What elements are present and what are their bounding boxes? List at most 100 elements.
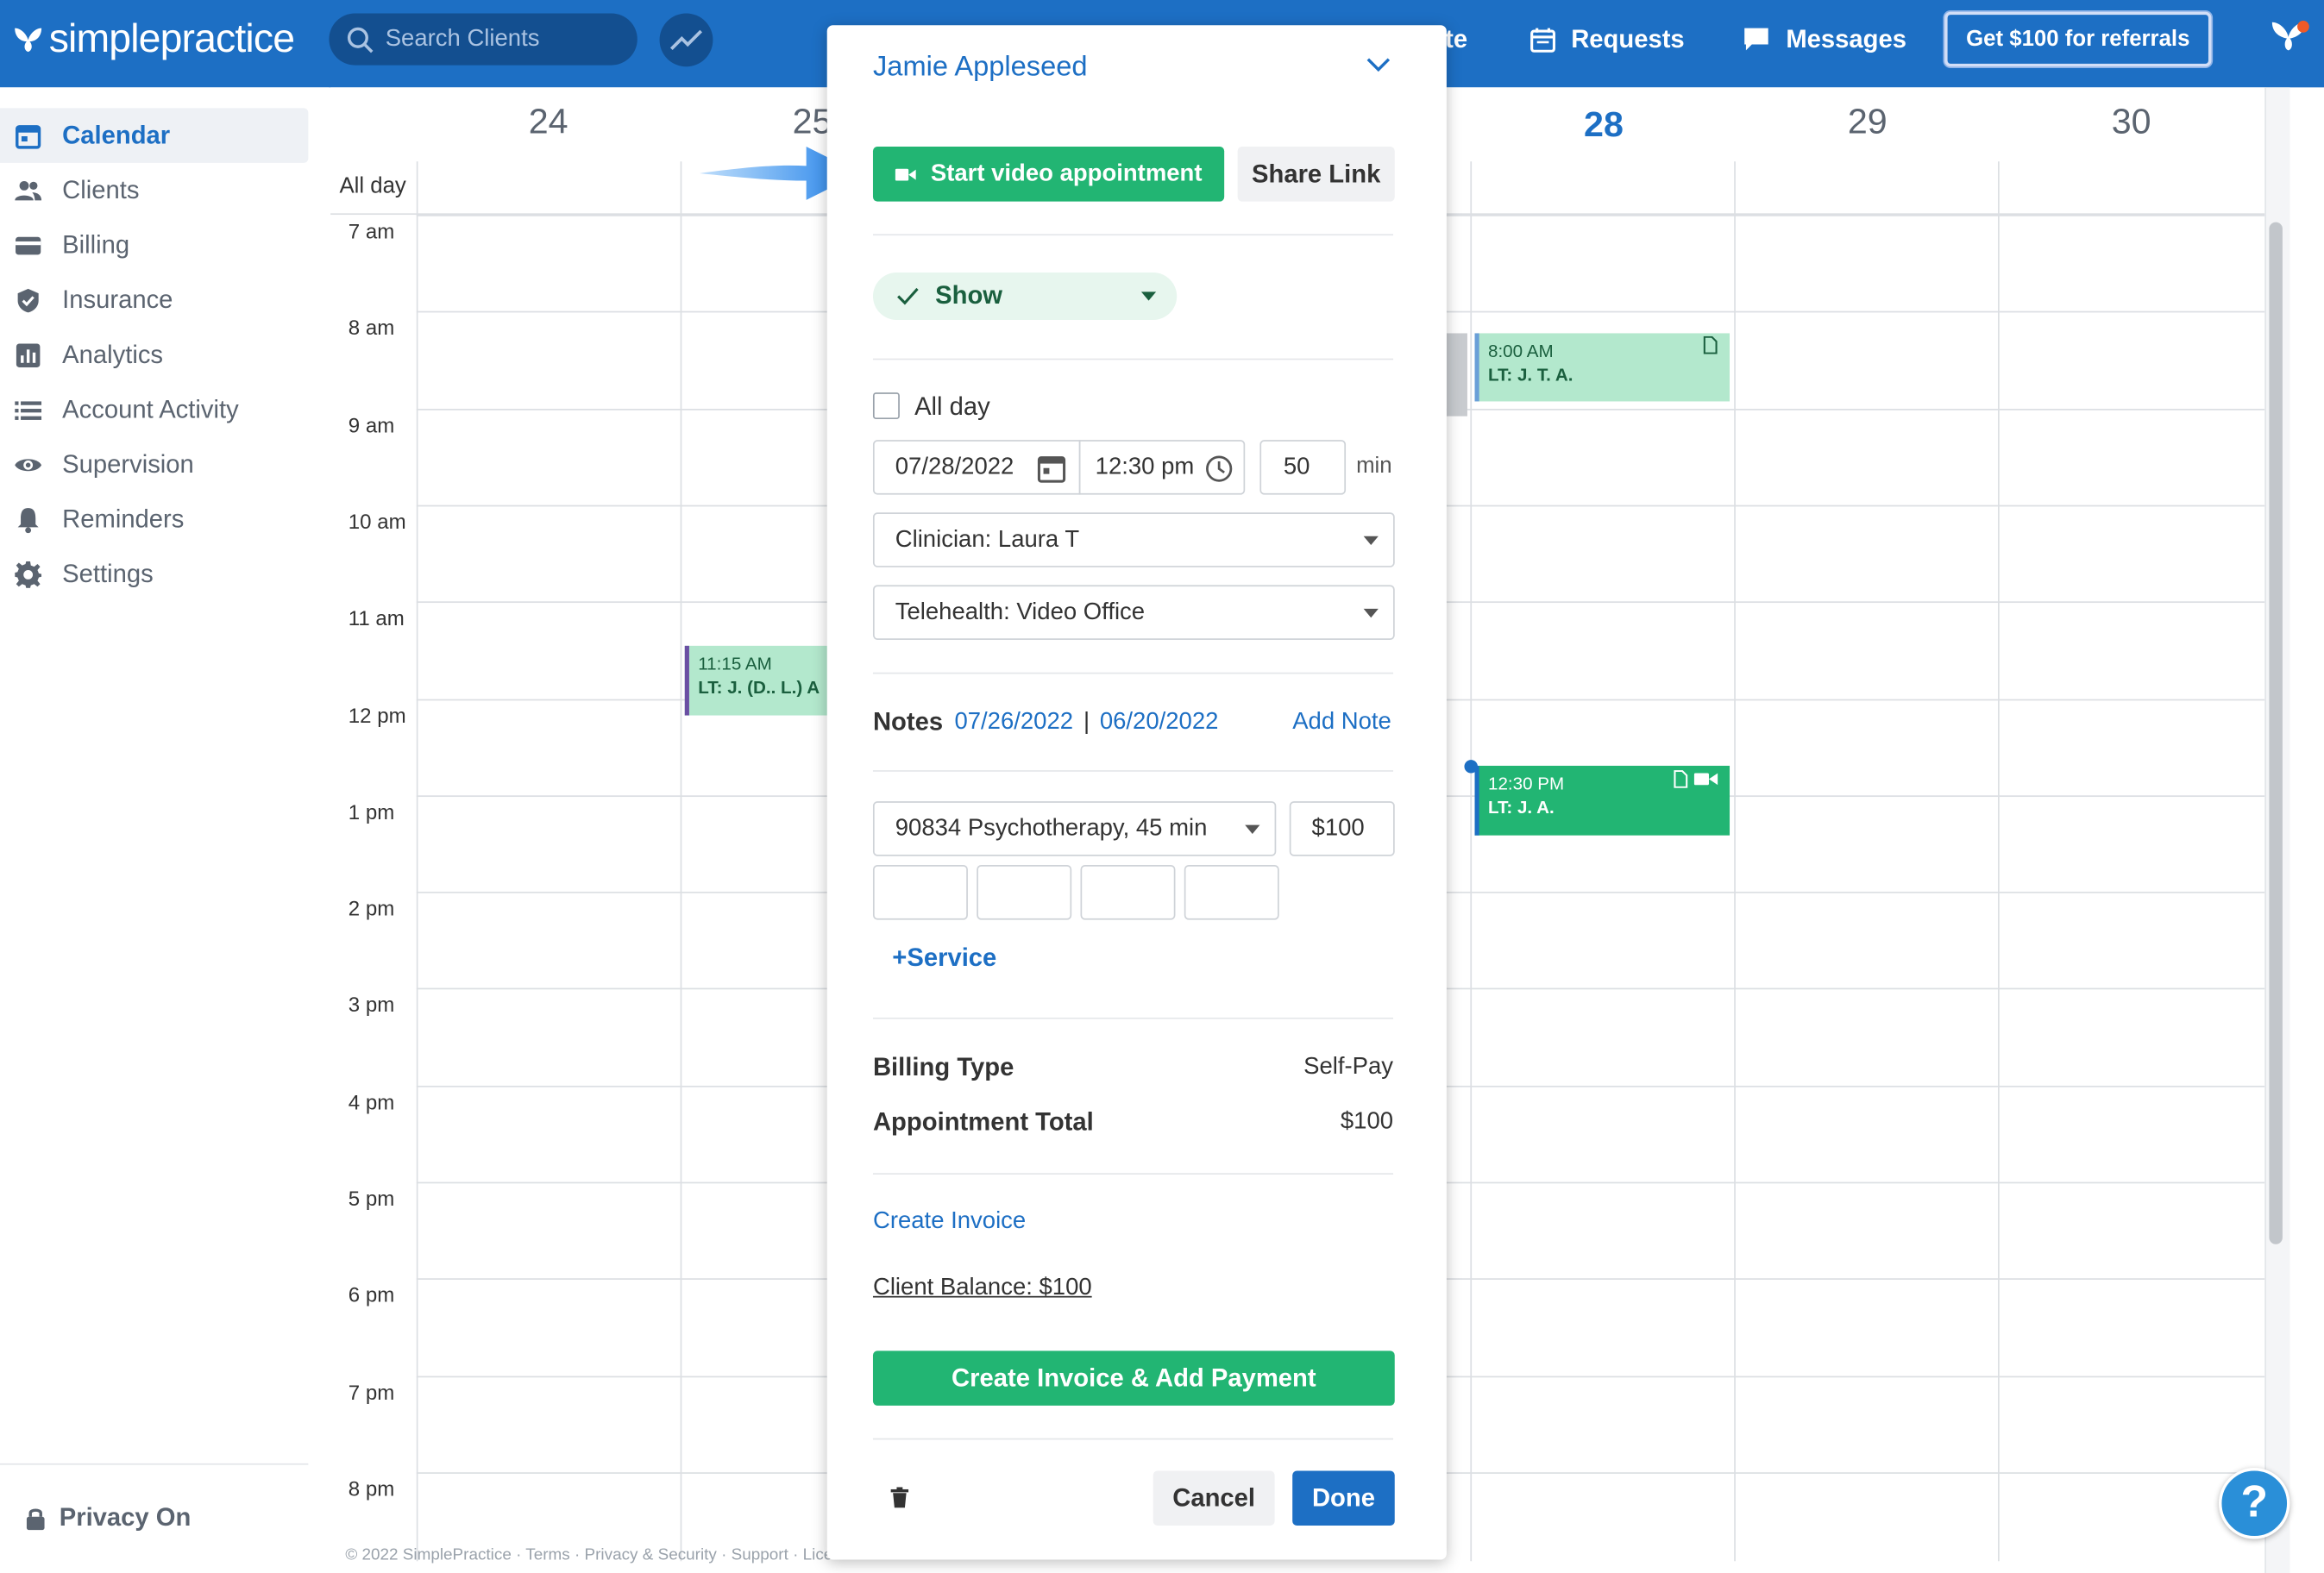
sidebar-item-label: Account Activity xyxy=(62,394,239,423)
current-time-dot xyxy=(1464,760,1478,774)
clinician-select[interactable]: Clinician: Laura T xyxy=(872,512,1395,567)
hour-label: 11 am xyxy=(348,605,405,630)
video-icon xyxy=(1693,773,1718,786)
client-balance-link[interactable]: Client Balance: $100 xyxy=(873,1275,1092,1302)
duration-input[interactable]: 50 xyxy=(1259,440,1347,495)
app-window: simplepractice te Requests Messages Get … xyxy=(0,0,2324,1573)
requests-nav[interactable]: Requests xyxy=(1529,25,1685,54)
sidebar-item-label: Billing xyxy=(62,230,130,259)
divider xyxy=(872,1017,1394,1019)
location-select[interactable]: Telehealth: Video Office xyxy=(872,585,1395,640)
done-label: Done xyxy=(1311,1483,1375,1512)
help-button[interactable]: ? xyxy=(2219,1468,2290,1539)
divider xyxy=(872,234,1394,236)
modifier-input-3[interactable] xyxy=(1080,865,1176,920)
sidebar-item-label: Insurance xyxy=(62,285,173,314)
sidebar-item-reminders[interactable]: Reminders xyxy=(0,492,308,547)
divider xyxy=(872,1438,1394,1440)
client-name[interactable]: Jamie Appleseed xyxy=(873,52,1088,85)
trash-icon[interactable] xyxy=(890,1487,909,1508)
referral-button[interactable]: Get $100 for referrals xyxy=(1944,11,2212,67)
search-input[interactable] xyxy=(385,26,608,53)
grid-column-line xyxy=(416,161,418,1562)
notes-label: Notes xyxy=(872,707,944,736)
appointment-event[interactable]: 11:15 AM LT: J. (D.. L.) A xyxy=(684,645,848,716)
sidebar-item-calendar[interactable]: Calendar xyxy=(0,108,309,163)
cancel-button[interactable]: Cancel xyxy=(1153,1470,1275,1526)
modifier-input-4[interactable] xyxy=(1184,865,1279,920)
status-dropdown[interactable]: Show xyxy=(872,273,1178,320)
sidebar-item-label: Settings xyxy=(62,559,154,587)
fee-input[interactable]: $100 xyxy=(1289,801,1395,856)
appointment-popover: Jamie Appleseed Start video appointment … xyxy=(826,25,1447,1560)
sidebar-item-analytics[interactable]: Analytics xyxy=(0,328,308,383)
checkmark-icon xyxy=(897,287,919,305)
done-button[interactable]: Done xyxy=(1292,1470,1395,1526)
trend-icon xyxy=(669,29,703,51)
hour-label: 9 am xyxy=(348,412,395,436)
hour-label: 1 pm xyxy=(348,799,395,824)
day-header-28[interactable]: 28 xyxy=(1472,105,1736,147)
nav-partial-item[interactable]: te xyxy=(1445,25,1467,54)
create-invoice-payment-button[interactable]: Create Invoice & Add Payment xyxy=(872,1351,1395,1406)
day-header-29[interactable]: 29 xyxy=(1736,103,2000,144)
sidebar-item-billing[interactable]: Billing xyxy=(0,217,308,273)
start-video-label: Start video appointment xyxy=(930,160,1203,186)
grid-column-line xyxy=(1470,161,1473,1562)
butterfly-notification-icon[interactable] xyxy=(2268,18,2313,53)
date-input[interactable]: 07/28/2022 xyxy=(872,440,1081,495)
scrollbar-thumb[interactable] xyxy=(2269,222,2283,1244)
note-link-2[interactable]: 06/20/2022 xyxy=(1100,710,1219,736)
add-service-link[interactable]: +Service xyxy=(892,943,996,973)
privacy-toggle[interactable]: Privacy On xyxy=(0,1463,309,1573)
divider xyxy=(872,672,1394,674)
day-header-24[interactable]: 24 xyxy=(417,103,681,144)
document-icon xyxy=(1703,335,1718,354)
video-camera-icon xyxy=(895,167,916,180)
sidebar-item-insurance[interactable]: Insurance xyxy=(0,273,308,328)
search-icon xyxy=(347,26,374,53)
start-video-button[interactable]: Start video appointment xyxy=(872,147,1225,202)
service-select[interactable]: 90834 Psychotherapy, 45 min xyxy=(872,801,1277,856)
allday-label: All day xyxy=(339,172,406,199)
add-note-link[interactable]: Add Note xyxy=(1292,710,1391,736)
caret-down-icon xyxy=(1140,291,1157,301)
create-invoice-link[interactable]: Create Invoice xyxy=(873,1208,1026,1235)
sidebar-item-clients[interactable]: Clients xyxy=(0,163,308,218)
calendar-picker-icon[interactable] xyxy=(1037,454,1066,483)
sidebar-item-supervision[interactable]: Supervision xyxy=(0,437,308,492)
trend-button[interactable] xyxy=(659,13,713,67)
time-value: 12:30 pm xyxy=(1095,454,1195,479)
sidebar-item-account-activity[interactable]: Account Activity xyxy=(0,382,308,437)
logo-text: simplepractice xyxy=(48,16,295,61)
butterfly-logo-icon xyxy=(15,27,42,52)
appointment-event-selected[interactable]: 12:30 PM LT: J. A. xyxy=(1474,765,1730,836)
event-title: LT: J. A. xyxy=(1487,797,1555,818)
share-link-button[interactable]: Share Link xyxy=(1237,147,1395,202)
modifier-input-1[interactable] xyxy=(872,865,968,920)
clock-icon[interactable] xyxy=(1205,454,1234,483)
privacy-label: Privacy On xyxy=(59,1503,192,1532)
location-value: Telehealth: Video Office xyxy=(895,598,1146,624)
hour-label: 7 am xyxy=(348,219,395,243)
allday-checkbox[interactable] xyxy=(872,392,900,420)
sidebar-item-label: Reminders xyxy=(62,504,185,533)
hour-label: 5 pm xyxy=(348,1186,395,1211)
sidebar-item-settings[interactable]: Settings xyxy=(0,547,308,602)
help-icon: ? xyxy=(2240,1478,2268,1527)
hour-label: 12 pm xyxy=(348,702,406,727)
grid-column-line xyxy=(1734,161,1736,1562)
chevron-down-icon[interactable] xyxy=(1366,58,1391,72)
messages-nav[interactable]: Messages xyxy=(1742,25,1906,54)
appointment-event[interactable]: 8:00 AM LT: J. T. A. xyxy=(1474,333,1730,402)
note-link-1[interactable]: 07/26/2022 xyxy=(954,710,1073,736)
eye-icon xyxy=(15,459,42,472)
day-header-30[interactable]: 30 xyxy=(2000,103,2264,144)
appointment-total-value: $100 xyxy=(1340,1109,1394,1135)
search-clients[interactable] xyxy=(329,13,638,66)
modifier-input-2[interactable] xyxy=(977,865,1072,920)
duration-value: 50 xyxy=(1283,454,1310,479)
simplepractice-logo[interactable]: simplepractice xyxy=(12,16,295,62)
event-title: LT: J. (D.. L.) A xyxy=(698,676,820,698)
time-input[interactable]: 12:30 pm xyxy=(1078,440,1246,495)
